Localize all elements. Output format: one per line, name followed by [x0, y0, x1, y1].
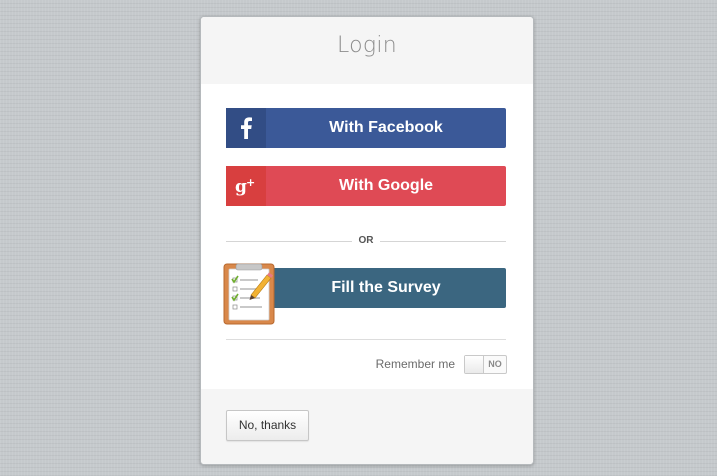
facebook-button-label: With Facebook	[329, 119, 443, 136]
remember-me-toggle[interactable]: NO	[464, 355, 507, 374]
svg-text:+: +	[246, 176, 255, 189]
modal-footer: No, thanks	[201, 389, 533, 464]
facebook-login-button[interactable]: With Facebook	[226, 108, 506, 148]
remember-me-label: Remember me	[375, 357, 455, 371]
google-plus-icon: g +	[226, 166, 266, 206]
modal-header: Login	[201, 17, 533, 84]
toggle-knob	[465, 356, 484, 373]
section-separator	[226, 339, 506, 340]
clipboard-checklist-icon	[223, 263, 275, 325]
google-button-label: With Google	[338, 177, 434, 194]
no-thanks-button[interactable]: No, thanks	[226, 410, 309, 441]
facebook-icon	[226, 108, 266, 148]
login-modal: Login With Facebook g + With Google OR F…	[200, 16, 534, 465]
or-divider: OR	[226, 233, 506, 251]
toggle-state-text: NO	[488, 359, 502, 369]
modal-title: Login	[336, 33, 398, 58]
google-login-button[interactable]: g + With Google	[226, 166, 506, 206]
survey-button-label: Fill the Survey	[331, 279, 441, 296]
divider-line-right	[380, 241, 506, 242]
